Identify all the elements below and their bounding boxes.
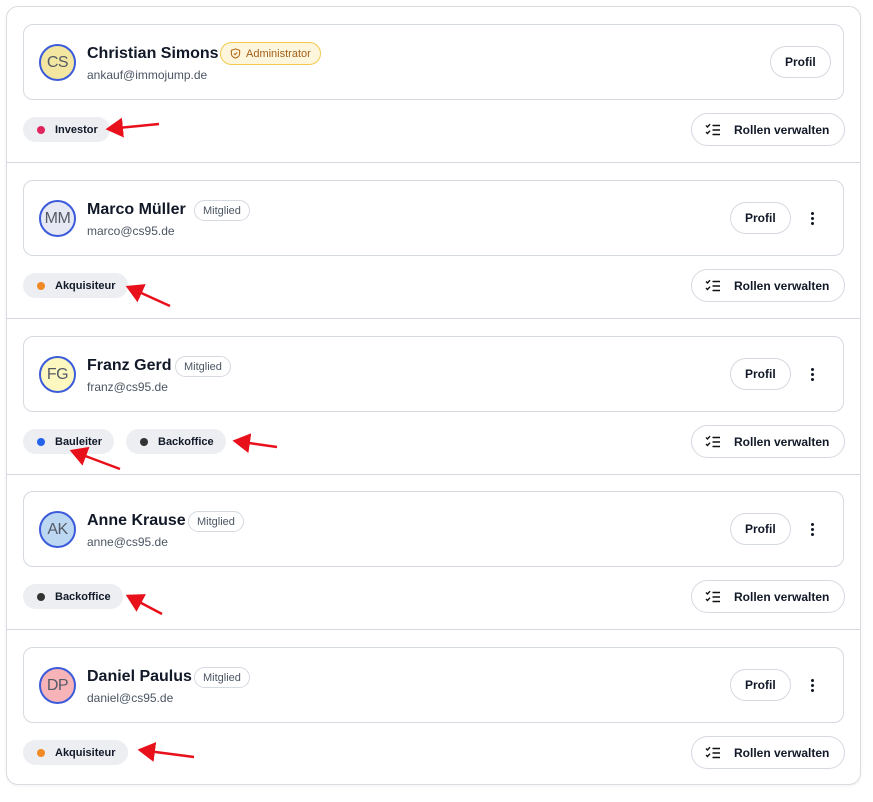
member-email: marco@cs95.de	[87, 224, 175, 238]
checklist-icon	[705, 123, 720, 135]
role-dot	[37, 281, 45, 290]
role-chip-label: Backoffice	[55, 590, 111, 603]
role-chip-label: Investor	[55, 123, 98, 136]
manage-roles-button[interactable]: Rollen verwalten	[691, 580, 845, 613]
checklist-icon	[705, 435, 720, 447]
role-chip-label: Backoffice	[158, 435, 214, 448]
member-section: CS Christian Simons Administrator ankauf…	[7, 7, 860, 162]
role-dot	[37, 125, 45, 134]
member-role-badge: Mitglied	[194, 200, 250, 221]
member-name: Franz Gerd	[87, 357, 172, 374]
role-chip-label: Akquisiteur	[55, 746, 116, 759]
kebab-menu-icon[interactable]	[803, 364, 821, 384]
shield-icon	[230, 48, 241, 59]
profile-button[interactable]: Profil	[730, 358, 791, 390]
role-chip-akquisiteur: Akquisiteur	[23, 740, 128, 765]
role-chip-backoffice: Backoffice	[126, 429, 226, 454]
manage-roles-button[interactable]: Rollen verwalten	[691, 425, 845, 458]
manage-roles-label: Rollen verwalten	[734, 589, 830, 604]
avatar: DP	[39, 667, 76, 704]
member-role-badge: Mitglied	[175, 356, 231, 377]
avatar: AK	[39, 511, 76, 548]
member-name: Anne Krause	[87, 512, 186, 529]
role-chip-backoffice: Backoffice	[23, 584, 123, 609]
member-section: FG Franz Gerd Mitglied franz@cs95.de Pro…	[7, 319, 860, 475]
profile-button[interactable]: Profil	[730, 513, 791, 545]
role-dot	[37, 437, 45, 446]
avatar: FG	[39, 356, 76, 393]
members-panel: CS Christian Simons Administrator ankauf…	[6, 6, 861, 785]
member-card: FG Franz Gerd Mitglied franz@cs95.de Pro…	[23, 336, 844, 412]
role-dot	[37, 748, 45, 757]
member-section: DP Daniel Paulus Mitglied daniel@cs95.de…	[7, 630, 860, 786]
avatar: CS	[39, 44, 76, 81]
manage-roles-button[interactable]: Rollen verwalten	[691, 113, 845, 146]
member-name: Marco Müller	[87, 201, 186, 218]
checklist-icon	[705, 746, 720, 758]
manage-roles-button[interactable]: Rollen verwalten	[691, 736, 845, 769]
manage-roles-label: Rollen verwalten	[734, 122, 830, 137]
member-card: AK Anne Krause Mitglied anne@cs95.de Pro…	[23, 491, 844, 567]
role-chip-akquisiteur: Akquisiteur	[23, 273, 128, 298]
role-chip-bauleiter: Bauleiter	[23, 429, 115, 454]
member-section: MM Marco Müller Mitglied marco@cs95.de P…	[7, 163, 860, 319]
manage-roles-label: Rollen verwalten	[734, 434, 830, 449]
checklist-icon	[705, 279, 720, 291]
role-chip-label: Bauleiter	[55, 435, 103, 448]
member-card: MM Marco Müller Mitglied marco@cs95.de P…	[23, 180, 844, 256]
member-email: daniel@cs95.de	[87, 691, 174, 705]
role-chip-investor: Investor	[23, 117, 110, 142]
manage-roles-button[interactable]: Rollen verwalten	[691, 269, 845, 302]
admin-badge: Administrator	[220, 42, 321, 65]
member-name: Daniel Paulus	[87, 668, 192, 685]
member-email: franz@cs95.de	[87, 380, 168, 394]
checklist-icon	[705, 590, 720, 602]
profile-button[interactable]: Profil	[770, 46, 831, 78]
role-chip-label: Akquisiteur	[55, 279, 116, 292]
member-email: ankauf@immojump.de	[87, 68, 208, 82]
member-role-badge: Mitglied	[194, 667, 250, 688]
member-email: anne@cs95.de	[87, 535, 168, 549]
kebab-menu-icon[interactable]	[803, 675, 821, 695]
kebab-menu-icon[interactable]	[803, 208, 821, 228]
manage-roles-label: Rollen verwalten	[734, 278, 830, 293]
avatar: MM	[39, 200, 76, 237]
admin-badge-label: Administrator	[246, 47, 311, 60]
role-dot	[37, 592, 45, 601]
member-card: CS Christian Simons Administrator ankauf…	[23, 24, 844, 100]
member-card: DP Daniel Paulus Mitglied daniel@cs95.de…	[23, 647, 844, 723]
member-name: Christian Simons	[87, 45, 219, 62]
member-role-badge: Mitglied	[188, 511, 244, 532]
kebab-menu-icon[interactable]	[803, 519, 821, 539]
role-dot	[140, 437, 148, 446]
manage-roles-label: Rollen verwalten	[734, 745, 830, 760]
profile-button[interactable]: Profil	[730, 202, 791, 234]
member-section: AK Anne Krause Mitglied anne@cs95.de Pro…	[7, 474, 860, 630]
profile-button[interactable]: Profil	[730, 669, 791, 701]
